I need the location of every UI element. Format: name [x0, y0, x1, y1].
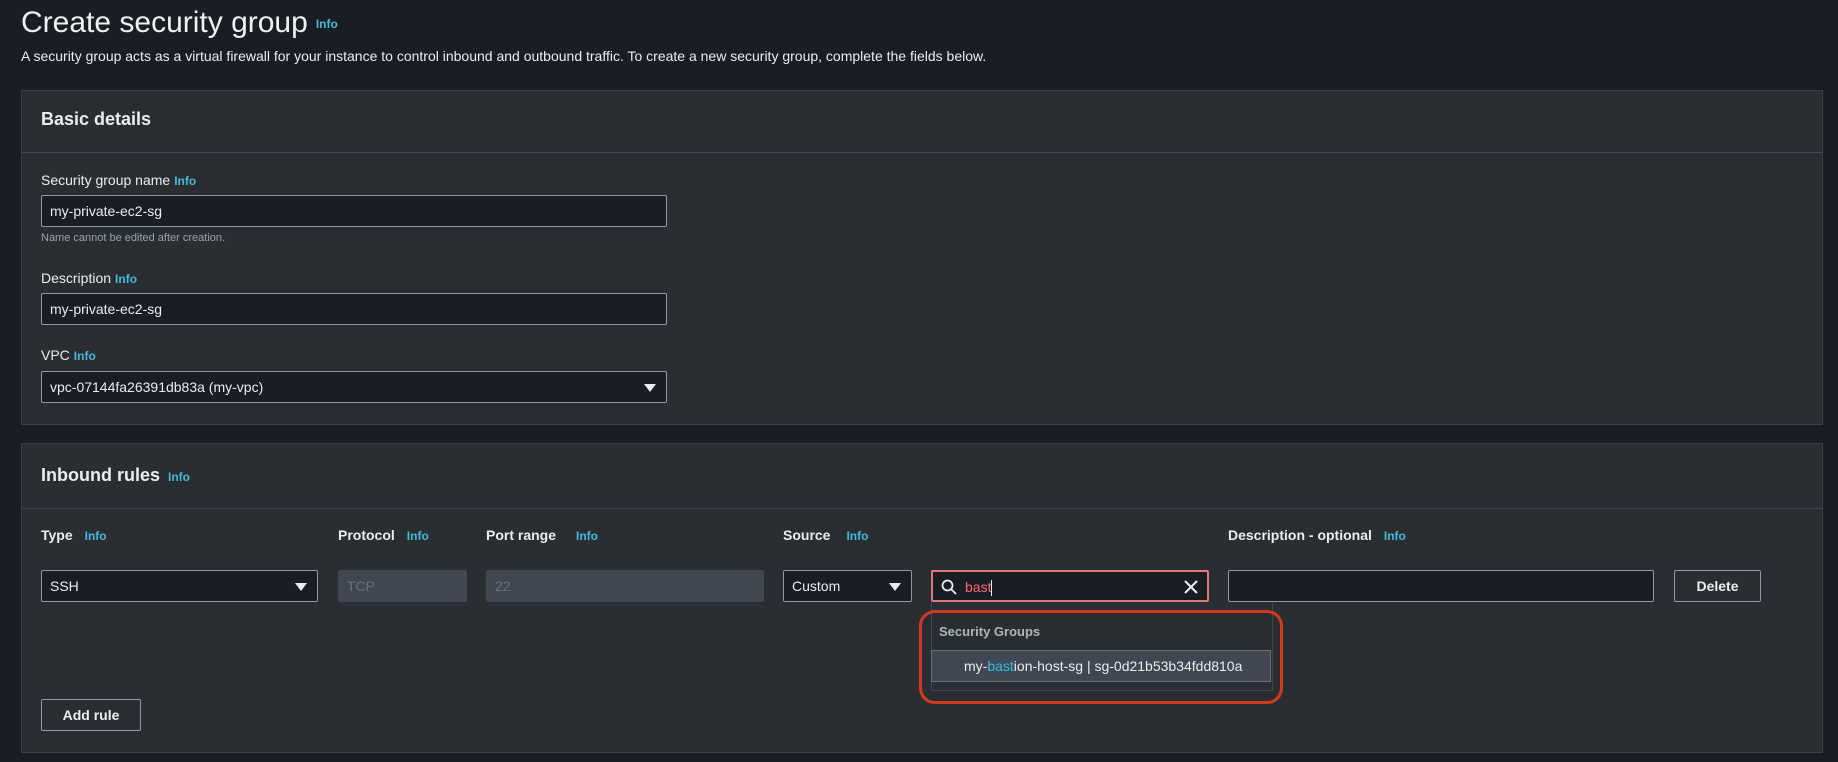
caret-down-icon — [295, 583, 307, 591]
security-group-name-label: Security group name Info — [41, 172, 197, 188]
col-description-label: Description - optional Info — [1228, 527, 1406, 543]
source-search-input[interactable]: bast — [931, 570, 1209, 602]
col-source-label: Source Info — [783, 527, 869, 543]
col-type-label: Type Info — [41, 527, 107, 543]
page-title: Create security group Info — [21, 6, 338, 40]
basic-details-header: Basic details — [22, 91, 1822, 153]
add-rule-button[interactable]: Add rule — [41, 699, 141, 731]
type-select[interactable]: SSH — [41, 570, 318, 602]
vpc-info-link[interactable]: Info — [74, 349, 96, 363]
security-group-name-hint: Name cannot be edited after creation. — [41, 232, 226, 244]
port-range-field: 22 — [486, 570, 764, 602]
col-port-range-label: Port range Info — [486, 527, 599, 543]
rule-description-input[interactable] — [1228, 570, 1654, 602]
page-subtitle: A security group acts as a virtual firew… — [21, 48, 987, 64]
vpc-select-value: vpc-07144fa26391db83a (my-vpc) — [50, 379, 264, 395]
source-info-link[interactable]: Info — [846, 529, 868, 543]
type-select-value: SSH — [50, 578, 79, 594]
description-label: Description Info — [41, 270, 138, 286]
security-group-name-info-link[interactable]: Info — [174, 174, 196, 188]
inbound-rules-info-link[interactable]: Info — [168, 470, 190, 484]
source-type-select[interactable]: Custom — [783, 570, 912, 602]
type-info-link[interactable]: Info — [85, 529, 107, 543]
description-optional-info-link[interactable]: Info — [1384, 529, 1406, 543]
security-group-name-input[interactable]: my-private-ec2-sg — [41, 195, 667, 227]
inbound-rules-header: Inbound rules Info — [22, 444, 1822, 509]
vpc-select[interactable]: vpc-07144fa26391db83a (my-vpc) — [41, 371, 667, 403]
text-cursor — [991, 580, 993, 597]
protocol-info-link[interactable]: Info — [407, 529, 429, 543]
col-protocol-label: Protocol Info — [338, 527, 429, 543]
source-type-value: Custom — [792, 578, 841, 594]
search-icon — [941, 579, 957, 595]
protocol-field: TCP — [338, 570, 467, 602]
caret-down-icon — [644, 384, 656, 392]
port-range-info-link[interactable]: Info — [576, 529, 598, 543]
description-info-link[interactable]: Info — [115, 272, 137, 286]
page-title-text: Create security group — [21, 6, 308, 39]
basic-details-panel: Basic details Security group name Info my… — [21, 90, 1823, 425]
description-input[interactable]: my-private-ec2-sg — [41, 293, 667, 325]
inbound-rules-title: Inbound rules Info — [41, 465, 190, 485]
basic-details-title: Basic details — [41, 109, 152, 129]
search-input-value: bast — [965, 579, 992, 595]
page-title-info-link[interactable]: Info — [316, 17, 338, 31]
inbound-rules-panel: Inbound rules Info Type Info Protocol Info … — [21, 443, 1823, 753]
vpc-label: VPC Info — [41, 347, 96, 363]
highlight-callout — [919, 610, 1283, 704]
delete-rule-button[interactable]: Delete — [1674, 570, 1761, 602]
clear-icon[interactable] — [1183, 579, 1199, 595]
caret-down-icon — [889, 583, 901, 591]
